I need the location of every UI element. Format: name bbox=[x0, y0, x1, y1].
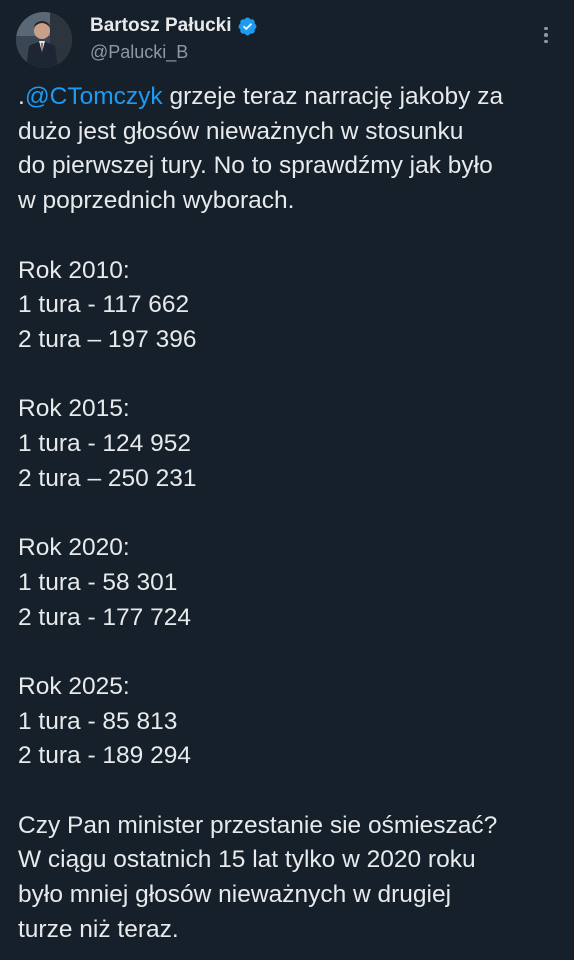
closing-line-3: było mniej głosów nieważnych w drugiej bbox=[18, 881, 452, 909]
intro-line-1-text: grzeje teraz narrację jakoby za bbox=[162, 83, 504, 110]
closing-paragraph: Czy Pan minister przestanie sie ośmiesza… bbox=[18, 809, 564, 948]
year-heading: Rok 2025: bbox=[18, 672, 130, 700]
year-heading: Rok 2020: bbox=[18, 534, 130, 562]
round-2-count: 2 tura - 177 724 bbox=[18, 603, 191, 631]
round-1-count: 1 tura - 124 952 bbox=[18, 430, 191, 457]
closing-line-2: W ciągu ostatnich 15 lat tylko w 2020 ro… bbox=[18, 846, 476, 874]
more-dot bbox=[544, 26, 548, 31]
year-block-2010: Rok 2010: 1 tura - 117 662 2 tura – 197 … bbox=[18, 254, 564, 358]
tweet-text: .@CTomczyk grzeje teraz narrację jakoby … bbox=[18, 80, 564, 948]
author-info: Bartosz Pałucki @Palucki_B bbox=[90, 14, 258, 63]
avatar-photo bbox=[16, 12, 72, 68]
round-2-count: 2 tura – 250 231 bbox=[18, 464, 197, 492]
intro-line-4: w poprzednich wyborach. bbox=[18, 187, 295, 215]
year-block-2015: Rok 2015: 1 tura - 124 952 2 tura – 250 … bbox=[18, 392, 564, 496]
avatar[interactable] bbox=[16, 12, 72, 68]
round-1-count: 1 tura - 85 813 bbox=[18, 707, 178, 735]
more-dot bbox=[544, 39, 548, 44]
mention-prefix: . bbox=[18, 83, 25, 110]
handle[interactable]: @Palucki_B bbox=[90, 42, 258, 63]
closing-line-4: turze niż teraz. bbox=[18, 915, 179, 943]
round-2-count: 2 tura – 197 396 bbox=[18, 325, 197, 353]
intro-line-1: .@CTomczyk grzeje teraz narrację jakoby … bbox=[18, 80, 564, 115]
intro-line-3: do pierwszej tury. No to sprawdźmy jak b… bbox=[18, 152, 493, 180]
mention-link[interactable]: @CTomczyk bbox=[25, 83, 163, 110]
year-heading: Rok 2015: bbox=[18, 395, 130, 423]
round-1-count: 1 tura - 58 301 bbox=[18, 568, 178, 596]
round-2-count: 2 tura - 189 294 bbox=[18, 742, 191, 770]
intro-line-2: dużo jest głosów nieważnych w stosunku bbox=[18, 117, 464, 145]
verified-badge-icon[interactable] bbox=[237, 16, 258, 37]
tweet-header: Bartosz Pałucki @Palucki_B bbox=[16, 12, 558, 70]
round-1-count: 1 tura - 117 662 bbox=[18, 291, 190, 319]
closing-line-1: Czy Pan minister przestanie sie ośmiesza… bbox=[18, 811, 498, 839]
display-name[interactable]: Bartosz Pałucki bbox=[90, 15, 232, 37]
year-block-2020: Rok 2020: 1 tura - 58 301 2 tura - 177 7… bbox=[18, 531, 564, 635]
intro-paragraph: .@CTomczyk grzeje teraz narrację jakoby … bbox=[18, 80, 564, 219]
year-block-2025: Rok 2025: 1 tura - 85 813 2 tura - 189 2… bbox=[18, 670, 564, 774]
display-name-row: Bartosz Pałucki bbox=[90, 14, 258, 38]
more-options-icon[interactable] bbox=[536, 20, 556, 50]
more-dot bbox=[544, 33, 548, 37]
year-heading: Rok 2010: bbox=[18, 256, 130, 284]
